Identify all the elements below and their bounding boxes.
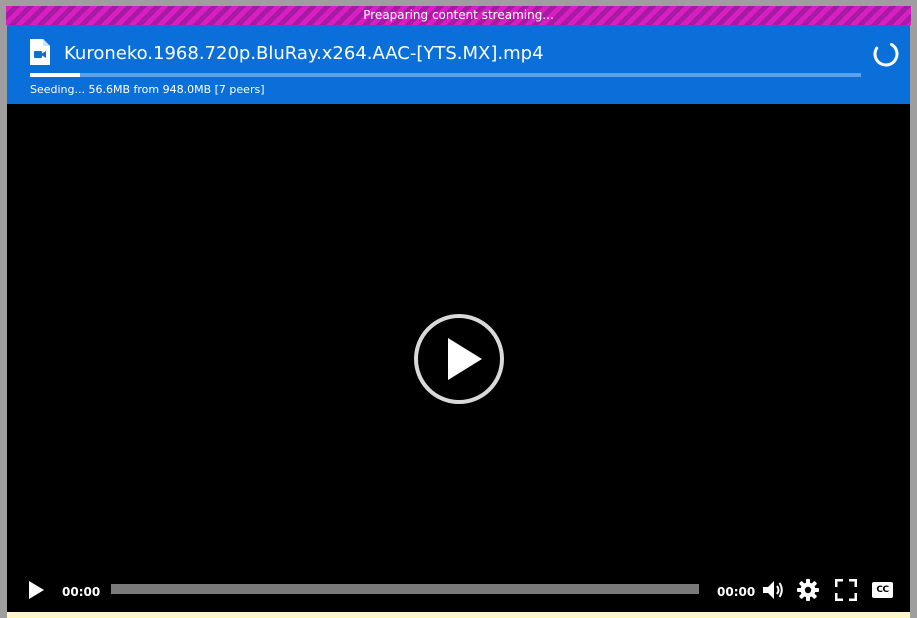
- player-controls: 00:00 00:00 CC: [7, 570, 910, 612]
- seek-bar[interactable]: [111, 584, 699, 594]
- play-icon[interactable]: [27, 580, 45, 600]
- download-progress-fill: [30, 73, 80, 77]
- volume-icon[interactable]: [762, 579, 784, 601]
- captions-button[interactable]: CC: [872, 582, 893, 598]
- video-player[interactable]: 00:00 00:00 CC: [7, 104, 910, 612]
- gear-icon[interactable]: [797, 579, 819, 601]
- seeding-status: Seeding... 56.6MB from 948.0MB [7 peers]: [30, 83, 265, 96]
- status-banner: Preaparing content streaming...: [6, 6, 911, 25]
- play-circle-icon[interactable]: [413, 313, 505, 405]
- app-window: Preaparing content streaming... Kuroneko…: [0, 0, 917, 618]
- current-time: 00:00: [62, 585, 101, 599]
- status-text: Preaparing content streaming...: [363, 8, 554, 22]
- loading-spinner-icon: [873, 41, 899, 67]
- fullscreen-icon[interactable]: [835, 579, 857, 601]
- bottom-strip: [7, 612, 910, 618]
- video-file-icon: [30, 39, 50, 65]
- torrent-header: Kuroneko.1968.720p.BluRay.x264.AAC-[YTS.…: [7, 25, 910, 104]
- duration-time: 00:00: [717, 585, 756, 599]
- file-name: Kuroneko.1968.720p.BluRay.x264.AAC-[YTS.…: [64, 43, 544, 64]
- download-progress-bar: [30, 73, 861, 77]
